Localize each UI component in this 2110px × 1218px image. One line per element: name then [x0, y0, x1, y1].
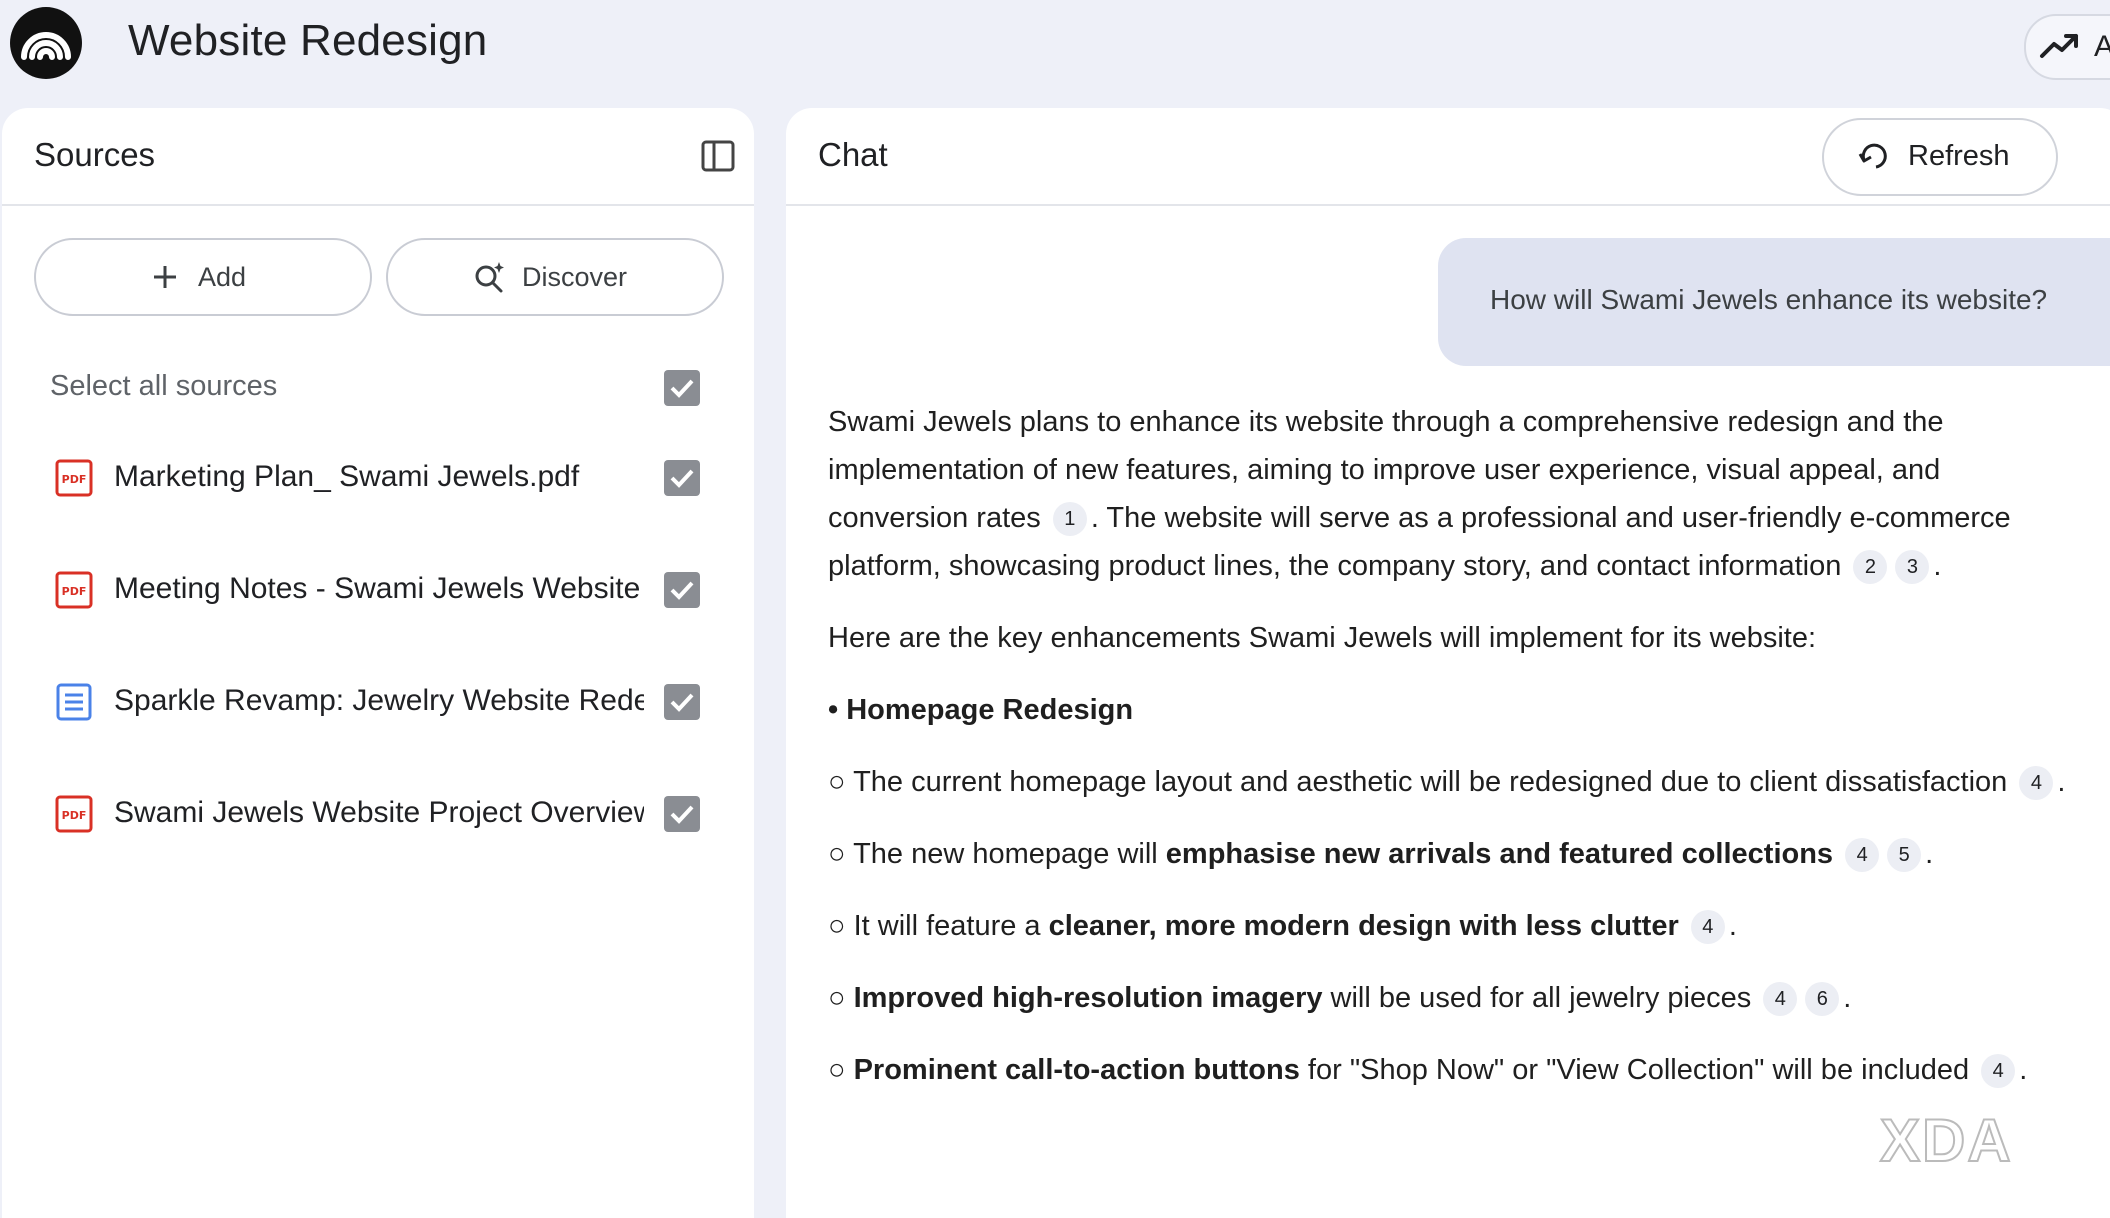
check-icon [670, 693, 694, 712]
add-label: Add [198, 262, 247, 292]
source-name: Meeting Notes - Swami Jewels Website ... [114, 572, 644, 605]
svg-text:PDF: PDF [62, 585, 87, 598]
user-message-text: How will Swami Jewels enhance its websit… [1490, 284, 2048, 315]
source-item[interactable]: PDF Marketing Plan_ Swami Jewels.pdf [2, 440, 754, 520]
citation-chip[interactable]: 4 [1690, 910, 1725, 944]
source-item[interactable]: Sparkle Revamp: Jewelry Website Rede... [2, 664, 754, 744]
citation-chip[interactable]: 1 [1052, 502, 1087, 536]
sub-bullet-marker: ○ [828, 766, 854, 798]
check-icon [670, 805, 694, 824]
source-checkbox[interactable] [664, 572, 700, 608]
sub-bullet-marker: ○ [828, 838, 854, 870]
source-name: Sparkle Revamp: Jewelry Website Rede... [114, 684, 644, 717]
bullet-heading-text: Homepage Redesign [846, 694, 1134, 726]
check-icon [670, 379, 694, 398]
citation-chip[interactable]: 4 [1845, 838, 1880, 872]
add-source-button[interactable]: Add [34, 238, 372, 316]
citation-chip[interactable]: 5 [1887, 838, 1922, 872]
sub-bullet: ○ It will feature a cleaner, more modern… [828, 910, 1737, 944]
sources-title: Sources [34, 136, 156, 173]
trending-up-icon [2040, 34, 2078, 58]
svg-text:PDF: PDF [62, 809, 87, 822]
sources-panel: Sources Add Discover Select all sources … [2, 108, 754, 1218]
notebook-title[interactable]: Website Redesign [128, 16, 487, 66]
bold-text: Prominent call-to-action buttons [853, 1054, 1300, 1086]
response-paragraph: Here are the key enhancements Swami Jewe… [828, 614, 2078, 662]
bold-text: Improved high-resolution imagery [853, 982, 1323, 1014]
citation-chip[interactable]: 2 [1853, 550, 1888, 584]
source-name: Swami Jewels Website Project Overview... [114, 796, 644, 829]
sub-bullet-marker: ○ [828, 982, 854, 1014]
source-checkbox[interactable] [664, 796, 700, 832]
svg-text:PDF: PDF [62, 473, 87, 486]
citation-chip[interactable]: 3 [1895, 550, 1930, 584]
response-text: The new homepage will [853, 838, 1166, 870]
bullet-dot: • [828, 694, 847, 726]
pdf-file-icon: PDF [55, 571, 93, 609]
response-text: . [1933, 550, 1942, 582]
select-all-label: Select all sources [50, 370, 278, 402]
refresh-label: Refresh [1908, 140, 2010, 172]
pdf-file-icon: PDF [55, 459, 93, 497]
sub-bullet-marker: ○ [828, 1054, 854, 1086]
check-icon [670, 469, 694, 488]
response-paragraph: Swami Jewels plans to enhance its websit… [828, 398, 2078, 590]
citation-chip[interactable]: 4 [1763, 982, 1798, 1016]
xda-watermark: XDA [1879, 1106, 2013, 1175]
response-text: Here are the key enhancements Swami Jewe… [828, 622, 1817, 654]
sources-header: Sources [2, 108, 754, 206]
chat-panel: Chat Refresh How will Swami Jewels enhan… [786, 108, 2110, 1218]
select-all-checkbox[interactable] [664, 370, 700, 406]
source-item[interactable]: PDF Meeting Notes - Swami Jewels Website… [2, 552, 754, 632]
source-name: Marketing Plan_ Swami Jewels.pdf [114, 460, 580, 493]
citation-chip[interactable]: 4 [2019, 766, 2054, 800]
collapse-panel-icon[interactable] [700, 138, 736, 174]
response-text: for "Shop Now" or "View Collection" will… [1299, 1054, 1970, 1086]
refresh-button[interactable]: Refresh [1822, 118, 2058, 196]
search-sparkle-icon [475, 262, 504, 293]
bold-text: cleaner, more modern design with less cl… [1048, 910, 1679, 942]
sub-bullet: ○ The new homepage will emphasise new ar… [828, 838, 1934, 872]
analytics-button[interactable]: A [2024, 14, 2110, 80]
user-message-bubble: How will Swami Jewels enhance its websit… [1438, 238, 2110, 366]
sub-bullet: ○ Improved high-resolution imagery will … [828, 982, 1852, 1016]
notebooklm-logo-icon[interactable] [10, 7, 82, 79]
discover-label: Discover [522, 262, 628, 292]
citation-chip[interactable]: 4 [1981, 1054, 2016, 1088]
pdf-file-icon: PDF [55, 795, 93, 833]
assistant-response: Swami Jewels plans to enhance its websit… [828, 398, 2078, 1118]
response-text: will be used for all jewelry pieces [1322, 982, 1752, 1014]
doc-file-icon [56, 683, 92, 721]
sub-bullet: ○ The current homepage layout and aesthe… [828, 766, 2066, 800]
plus-icon [154, 266, 176, 288]
bold-text: emphasise new arrivals and featured coll… [1165, 838, 1834, 870]
sub-bullet-marker: ○ [828, 910, 854, 942]
response-text: It will feature a [853, 910, 1049, 942]
chat-header: Chat Refresh [786, 108, 2110, 206]
top-bar: Website Redesign A [0, 0, 2110, 108]
refresh-icon [1858, 143, 1887, 169]
sub-bullet: ○ Prominent call-to-action buttons for "… [828, 1054, 2028, 1088]
source-checkbox[interactable] [664, 684, 700, 720]
source-item[interactable]: PDF Swami Jewels Website Project Overvie… [2, 776, 754, 856]
source-checkbox[interactable] [664, 460, 700, 496]
discover-button[interactable]: Discover [386, 238, 724, 316]
chat-title: Chat [818, 136, 888, 173]
citation-chip[interactable]: 6 [1805, 982, 1840, 1016]
response-text: The current homepage layout and aestheti… [853, 766, 2008, 798]
check-icon [670, 581, 694, 600]
analytics-label: A [2094, 30, 2110, 63]
bullet-heading: • Homepage Redesign [828, 686, 2078, 734]
